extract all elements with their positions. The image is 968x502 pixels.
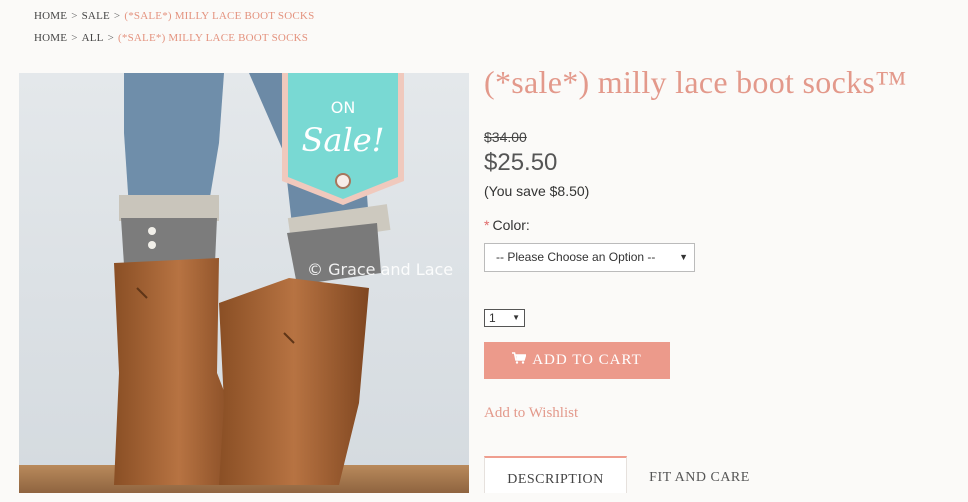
shopping-cart-icon <box>512 352 527 369</box>
breadcrumbs: HOME > SALE > (*SALE*) MILLY LACE BOOT SOCKS… <box>34 8 318 52</box>
breadcrumb-home-link[interactable]: HOME <box>34 32 67 44</box>
chevron-down-icon: ▼ <box>512 313 520 322</box>
tab-fit-and-care[interactable]: FIT AND CARE <box>627 456 772 493</box>
add-to-cart-button[interactable]: ADD TO CART <box>484 342 670 379</box>
product-photo-illustration: ON Sale! © Grace and Lace <box>19 73 469 493</box>
breadcrumb-separator: > <box>107 32 114 44</box>
product-image[interactable]: ON Sale! © Grace and Lace <box>19 73 469 493</box>
savings-text: (You save $8.50) <box>484 183 590 199</box>
breadcrumb-current: (*SALE*) MILLY LACE BOOT SOCKS <box>124 10 315 22</box>
sale-tag-line2: Sale! <box>301 121 384 159</box>
breadcrumb-separator: > <box>113 10 121 22</box>
breadcrumb-sale: HOME > SALE > (*SALE*) MILLY LACE BOOT SOCKS <box>34 8 318 30</box>
breadcrumb-separator: > <box>71 10 78 22</box>
chevron-down-icon: ▼ <box>679 252 688 262</box>
product-title: (*sale*) milly lace boot socks™ <box>484 64 907 100</box>
sale-tag-line1: ON <box>331 98 356 117</box>
breadcrumb-separator: > <box>71 32 78 44</box>
add-to-wishlist-link[interactable]: Add to Wishlist <box>484 405 578 422</box>
color-select[interactable]: -- Please Choose an Option -- ▼ <box>484 243 695 272</box>
breadcrumb-sale-link[interactable]: SALE <box>82 10 110 22</box>
old-price: $34.00 <box>484 129 527 145</box>
breadcrumb-all: HOME > ALL > (*SALE*) MILLY LACE BOOT SOCKS <box>34 30 318 52</box>
color-select-value: -- Please Choose an Option -- <box>496 250 656 264</box>
quantity-value: 1 <box>489 311 496 325</box>
sale-price: $25.50 <box>484 149 558 176</box>
product-tabs: DESCRIPTION FIT AND CARE <box>484 456 968 493</box>
quantity-select[interactable]: 1 ▼ <box>484 309 525 327</box>
tab-description[interactable]: DESCRIPTION <box>484 456 627 493</box>
watermark: © Grace and Lace <box>307 260 453 279</box>
add-to-cart-label: ADD TO CART <box>532 352 642 368</box>
color-label-text: Color: <box>492 217 530 233</box>
breadcrumb-current: (*SALE*) MILLY LACE BOOT SOCKS <box>118 32 309 44</box>
color-label: * Color: <box>484 217 530 233</box>
breadcrumb-all-link[interactable]: ALL <box>82 32 104 44</box>
required-mark: * <box>484 217 490 233</box>
breadcrumb-home-link[interactable]: HOME <box>34 10 67 22</box>
